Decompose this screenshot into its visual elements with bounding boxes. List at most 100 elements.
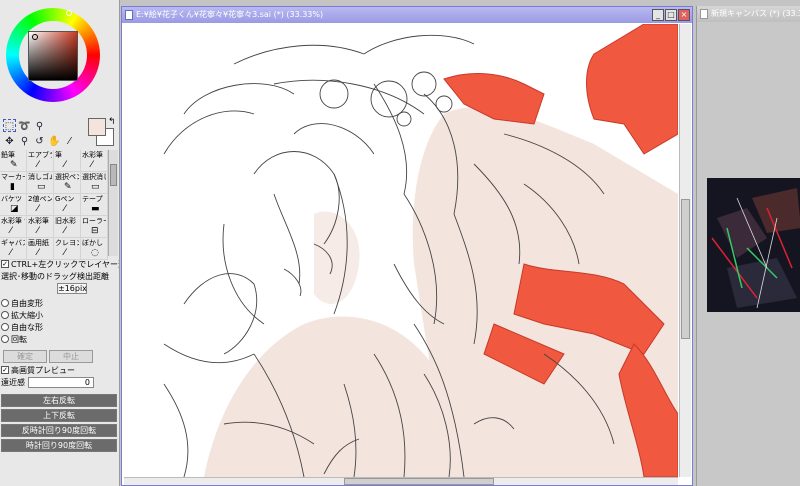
- drag-distance-label: 選択･移動のドラッグ検出距離: [1, 271, 109, 281]
- color-swatches: ↰: [86, 117, 119, 150]
- brush-grid-scrollbar[interactable]: [108, 150, 118, 256]
- roller-icon: ⊟: [91, 226, 99, 236]
- brush-label: ギャバス アクリル: [1, 239, 25, 247]
- radio-scale[interactable]: 拡大縮小: [0, 309, 119, 321]
- brush-tool-18[interactable]: クレヨン⁄: [54, 238, 81, 260]
- brush-icon: ⁄: [64, 160, 66, 170]
- brush-tool-0[interactable]: 鉛筆 ✎: [0, 150, 27, 172]
- magic-wand-icon[interactable]: ⚲: [33, 120, 46, 133]
- radio-free-shape[interactable]: 自由な形: [0, 321, 119, 333]
- navigator-preview[interactable]: [707, 178, 800, 312]
- brush-tool-7[interactable]: 選択消し▭: [81, 172, 108, 194]
- radio-button[interactable]: [1, 299, 9, 307]
- document-window: E:¥絵¥花子くん¥花寧々¥花寧々3.sai (*) (33.33%) _ □ …: [121, 6, 693, 486]
- minimize-button[interactable]: _: [652, 9, 664, 21]
- brush-label: 水彩筆 9: [1, 217, 25, 225]
- brush-label: 消しゴム: [28, 173, 52, 181]
- eyedropper-icon[interactable]: ⁄: [63, 135, 76, 148]
- brush-label: バケツ: [1, 195, 22, 203]
- rotate-icon[interactable]: ↺: [33, 135, 46, 148]
- scroll-thumb[interactable]: [681, 199, 690, 339]
- move-icon[interactable]: ✥: [3, 135, 16, 148]
- brush-label: テープ: [82, 195, 103, 203]
- ctrl-click-option[interactable]: ✓CTRL+左クリックでレイヤー選択: [0, 258, 119, 270]
- brush-tool-2[interactable]: 筆 ⁄: [54, 150, 81, 172]
- crayon-icon: ⁄: [64, 248, 66, 258]
- brush-label: 選択ペン: [55, 173, 79, 181]
- zoom-icon[interactable]: ⚲: [18, 135, 31, 148]
- hand-icon[interactable]: ✋: [48, 135, 61, 148]
- scroll-thumb[interactable]: [110, 164, 117, 186]
- brush-tool-grid: 鉛筆✎エアブラシ⁄筆⁄水彩筆⁄マーカー▮消しゴム▭選択ペン✎選択消し▭バケツ◪2…: [0, 150, 108, 260]
- checkbox-checked[interactable]: ✓: [1, 260, 9, 268]
- brush-tool-11[interactable]: テープ ▬: [81, 194, 108, 216]
- brush-row: バケツ ◪ 2値ペン ⁄ Gペン ⁄ テープ ▬: [0, 194, 108, 216]
- sketch-artwork: [124, 24, 678, 477]
- flip-vertical-button[interactable]: 上下反転: [1, 409, 117, 422]
- bucket-icon: ◪: [10, 204, 19, 214]
- brush-tool-14[interactable]: 旧水彩 ⁄: [54, 216, 81, 238]
- hq-preview-option[interactable]: ✓ 高画質プレビュー: [0, 364, 119, 376]
- radio-rotate[interactable]: 回転: [0, 333, 119, 345]
- brush-tool-1[interactable]: エアブラシ⁄: [27, 150, 54, 172]
- radio-free-transform[interactable]: 自由変形: [0, 297, 119, 309]
- rotate-ccw-button[interactable]: 反時計回り90度回転: [1, 424, 117, 437]
- main-color-swatch[interactable]: [88, 118, 106, 136]
- brush-tool-16[interactable]: ギャバス アクリル⁄: [0, 238, 27, 260]
- scroll-thumb[interactable]: [344, 478, 494, 485]
- brush-label: 選択消し: [82, 173, 106, 181]
- radio-button[interactable]: [1, 311, 9, 319]
- radio-button[interactable]: [1, 335, 9, 343]
- drag-distance-select[interactable]: ±16pix: [57, 282, 87, 294]
- brush-tool-6[interactable]: 選択ペン✎: [54, 172, 81, 194]
- maximize-button[interactable]: □: [665, 9, 677, 21]
- lasso-icon[interactable]: ➰: [18, 120, 31, 133]
- brush-tool-3[interactable]: 水彩筆 ⁄: [81, 150, 108, 172]
- tool-options: ✓CTRL+左クリックでレイヤー選択 選択･移動のドラッグ検出距離 ±16pix…: [0, 258, 119, 454]
- flip-horizontal-button[interactable]: 左右反転: [1, 394, 117, 407]
- confirm-button[interactable]: 確定: [3, 350, 47, 363]
- close-button[interactable]: ×: [678, 9, 690, 21]
- brush-tool-12[interactable]: 水彩筆 9⁄: [0, 216, 27, 238]
- swap-colors-icon[interactable]: ↰: [108, 117, 116, 127]
- paper-icon: ⁄: [37, 248, 39, 258]
- perspective-input[interactable]: 0: [28, 377, 94, 388]
- brush-label: 筆: [55, 151, 62, 159]
- brush-label: エアブラシ: [28, 151, 52, 159]
- brush-tool-4[interactable]: マーカー▮: [0, 172, 27, 194]
- brush-tool-15[interactable]: ローラー⊟: [81, 216, 108, 238]
- brush-row: 水彩筆 9⁄水彩筆 10⁄旧水彩⁄ローラー⊟: [0, 216, 108, 238]
- brush-tool-10[interactable]: Gペン ⁄: [54, 194, 81, 216]
- brush-tool-8[interactable]: バケツ ◪: [0, 194, 27, 216]
- document-icon: [700, 9, 708, 19]
- cancel-button[interactable]: 中止: [49, 350, 93, 363]
- hue-marker[interactable]: [66, 10, 72, 16]
- marker-icon: ▮: [10, 182, 15, 192]
- canvas-vertical-scrollbar[interactable]: [679, 24, 691, 477]
- blur-icon: ◌: [91, 248, 99, 258]
- brush-row: マーカー▮消しゴム▭選択ペン✎選択消し▭: [0, 172, 108, 194]
- eraser-icon: ▭: [37, 182, 46, 192]
- selection-toolbar: ⬚ ➰ ⚲ ✥ ⚲ ↺ ✋ ⁄: [2, 118, 82, 148]
- brush-tool-9[interactable]: 2値ペン ⁄: [27, 194, 54, 216]
- paint-tool-sai-window: ⬚➰⚲ ✥⚲↺✋⁄ ↰ 鉛筆✎エアブラシ⁄筆⁄水彩筆⁄マーカー▮消しゴム▭選択ペ…: [0, 0, 800, 486]
- checkbox-checked[interactable]: ✓: [1, 366, 9, 374]
- canvas-horizontal-scrollbar[interactable]: [124, 477, 678, 485]
- sv-marker[interactable]: [32, 34, 38, 40]
- rotate-cw-button[interactable]: 時計回り90度回転: [1, 439, 117, 452]
- brush-label: 旧水彩: [55, 217, 76, 225]
- select-pen-icon: ✎: [64, 182, 72, 192]
- brush-tool-17[interactable]: 画用紙 アクリル⁄: [27, 238, 54, 260]
- marquee-icon[interactable]: ⬚: [3, 119, 16, 132]
- radio-button[interactable]: [1, 323, 9, 331]
- brush-tool-19[interactable]: ぼかし ◌: [81, 238, 108, 260]
- navigator-titlebar[interactable]: 新規キャンバス (*) (33.33%): [697, 6, 800, 22]
- brush-label: ぼかし: [82, 239, 103, 247]
- brush-label: 2値ペン: [28, 195, 52, 203]
- drawing-canvas[interactable]: [124, 24, 678, 477]
- brush-tool-13[interactable]: 水彩筆 10⁄: [27, 216, 54, 238]
- brush-label: 画用紙 アクリル: [28, 239, 52, 247]
- brush-tool-5[interactable]: 消しゴム▭: [27, 172, 54, 194]
- document-titlebar[interactable]: E:¥絵¥花子くん¥花寧々¥花寧々3.sai (*) (33.33%) _ □ …: [122, 7, 692, 23]
- document-title: E:¥絵¥花子くん¥花寧々¥花寧々3.sai (*) (33.33%): [136, 10, 324, 19]
